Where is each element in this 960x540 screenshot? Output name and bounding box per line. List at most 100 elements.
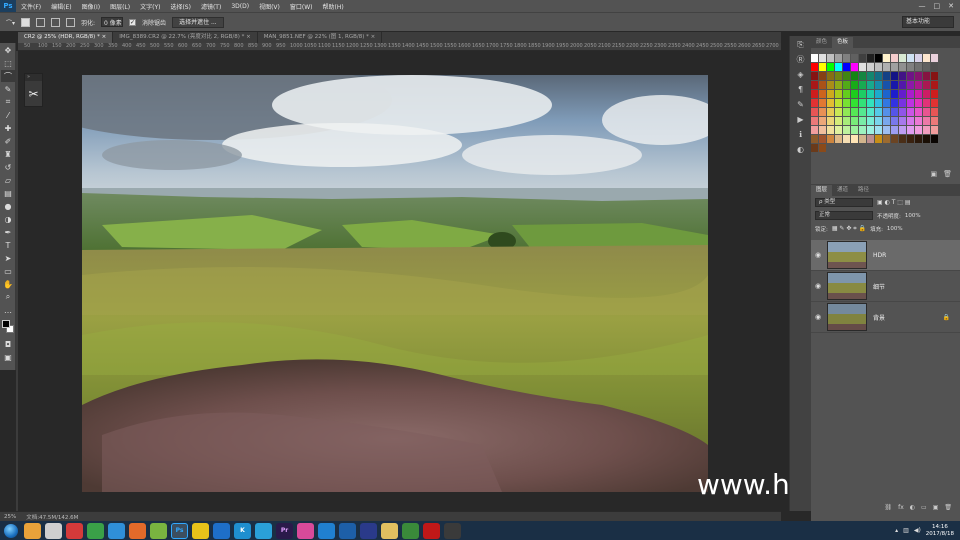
- color-swatch[interactable]: [931, 108, 938, 116]
- taskbar-app-icon[interactable]: [339, 522, 356, 539]
- color-swatch[interactable]: [867, 90, 874, 98]
- color-swatch[interactable]: [891, 99, 898, 107]
- path-select-tool-icon[interactable]: ➤: [1, 252, 15, 264]
- hand-tool-icon[interactable]: ✋: [1, 278, 15, 290]
- color-swatch[interactable]: [875, 54, 882, 62]
- color-swatch[interactable]: [851, 126, 858, 134]
- color-swatch[interactable]: [899, 63, 906, 71]
- tab-color[interactable]: 颜色: [811, 37, 832, 48]
- color-swatch[interactable]: [819, 63, 826, 71]
- color-swatch[interactable]: [907, 135, 914, 143]
- color-swatch[interactable]: [883, 90, 890, 98]
- color-swatch[interactable]: [835, 81, 842, 89]
- color-swatch[interactable]: [907, 126, 914, 134]
- color-swatch[interactable]: [827, 135, 834, 143]
- color-swatch[interactable]: [811, 117, 818, 125]
- blur-tool-icon[interactable]: ●: [1, 200, 15, 212]
- color-swatch[interactable]: [899, 81, 906, 89]
- tab-doc-man9851[interactable]: MAN_9851.NEF @ 22% (图 1, RGB/8) * ×: [258, 32, 383, 43]
- color-swatch[interactable]: [859, 135, 866, 143]
- actions-icon[interactable]: ▶: [792, 113, 810, 126]
- network-icon[interactable]: ▥: [903, 527, 909, 534]
- color-swatch[interactable]: [811, 99, 818, 107]
- color-swatch[interactable]: [851, 99, 858, 107]
- color-swatch[interactable]: [827, 90, 834, 98]
- color-swatch[interactable]: [819, 126, 826, 134]
- new-group-icon[interactable]: ▭: [921, 504, 927, 511]
- taskbar-app-icon[interactable]: [255, 522, 272, 539]
- color-swatch[interactable]: [867, 54, 874, 62]
- layer-kind-filter[interactable]: ρ 类型: [815, 198, 873, 207]
- color-swatch[interactable]: [891, 90, 898, 98]
- brush-settings-icon[interactable]: ✎: [792, 98, 810, 111]
- color-swatch[interactable]: [843, 99, 850, 107]
- close-button[interactable]: ✕: [948, 2, 954, 10]
- screen-mode-icon[interactable]: ▣: [1, 351, 15, 363]
- menu-image[interactable]: 图像(I): [77, 2, 105, 11]
- color-swatch[interactable]: [859, 72, 866, 80]
- color-swatch[interactable]: [851, 81, 858, 89]
- color-swatch[interactable]: [899, 99, 906, 107]
- color-swatch[interactable]: [859, 117, 866, 125]
- lock-icons[interactable]: ▦ ✎ ✥ ⌗ 🔒: [832, 225, 866, 233]
- taskbar-app-icon[interactable]: [423, 522, 440, 539]
- add-mask-icon[interactable]: ◐: [910, 504, 915, 511]
- color-swatch[interactable]: [819, 72, 826, 80]
- color-swatch[interactable]: [875, 117, 882, 125]
- color-swatch[interactable]: [883, 108, 890, 116]
- color-swatch[interactable]: [883, 117, 890, 125]
- menu-select[interactable]: 选择(S): [165, 2, 196, 11]
- fx-button[interactable]: fx: [898, 504, 904, 511]
- color-swatch[interactable]: [827, 54, 834, 62]
- color-swatch[interactable]: [867, 108, 874, 116]
- color-swatch[interactable]: [915, 72, 922, 80]
- clock[interactable]: 14:16 2017/8/18: [926, 524, 954, 538]
- color-swatch[interactable]: [811, 63, 818, 71]
- color-swatch[interactable]: [899, 90, 906, 98]
- color-swatch[interactable]: [819, 108, 826, 116]
- move-tool-icon[interactable]: ✥: [1, 44, 15, 56]
- link-layers-icon[interactable]: ⛓: [884, 504, 892, 511]
- taskbar-app-icon[interactable]: [66, 522, 83, 539]
- color-swatch[interactable]: [827, 108, 834, 116]
- taskbar-app-icon[interactable]: [45, 522, 62, 539]
- color-swatch[interactable]: [891, 63, 898, 71]
- color-swatch[interactable]: [907, 63, 914, 71]
- maximize-button[interactable]: □: [934, 2, 941, 10]
- menu-file[interactable]: 文件(F): [16, 2, 46, 11]
- color-swatch[interactable]: [875, 72, 882, 80]
- taskbar-app-icon[interactable]: [402, 522, 419, 539]
- tab-channels[interactable]: 通道: [832, 185, 853, 196]
- type-tool-icon[interactable]: T: [1, 239, 15, 251]
- color-swatch[interactable]: [859, 81, 866, 89]
- delete-layer-icon[interactable]: 🗑: [944, 504, 952, 511]
- color-swatch[interactable]: [843, 126, 850, 134]
- quick-mask-icon[interactable]: ◘: [1, 338, 15, 350]
- color-swatch[interactable]: [875, 81, 882, 89]
- visibility-eye-icon[interactable]: ◉: [811, 313, 825, 321]
- blend-mode-select[interactable]: 正常: [815, 211, 873, 220]
- color-swatch[interactable]: [931, 117, 938, 125]
- color-swatch[interactable]: [811, 72, 818, 80]
- volume-icon[interactable]: ◀): [914, 527, 921, 534]
- color-swatch[interactable]: [891, 117, 898, 125]
- color-swatch[interactable]: [915, 108, 922, 116]
- color-swatch[interactable]: [883, 54, 890, 62]
- color-swatch[interactable]: [851, 72, 858, 80]
- new-selection-icon[interactable]: [21, 17, 31, 27]
- color-swatch[interactable]: [899, 126, 906, 134]
- opacity-value[interactable]: 100%: [905, 213, 921, 219]
- color-swatch[interactable]: [915, 126, 922, 134]
- color-swatch[interactable]: [835, 135, 842, 143]
- color-swatch[interactable]: [899, 117, 906, 125]
- color-swatch[interactable]: [891, 108, 898, 116]
- color-swatch[interactable]: [931, 54, 938, 62]
- color-swatches[interactable]: [1, 319, 15, 335]
- color-swatch[interactable]: [819, 135, 826, 143]
- color-swatch[interactable]: [899, 72, 906, 80]
- color-swatch[interactable]: [883, 99, 890, 107]
- color-swatch[interactable]: [827, 63, 834, 71]
- tab-layers[interactable]: 图层: [811, 185, 833, 196]
- lasso-preset-icon[interactable]: ⌒▾: [6, 18, 15, 27]
- color-swatch[interactable]: [811, 90, 818, 98]
